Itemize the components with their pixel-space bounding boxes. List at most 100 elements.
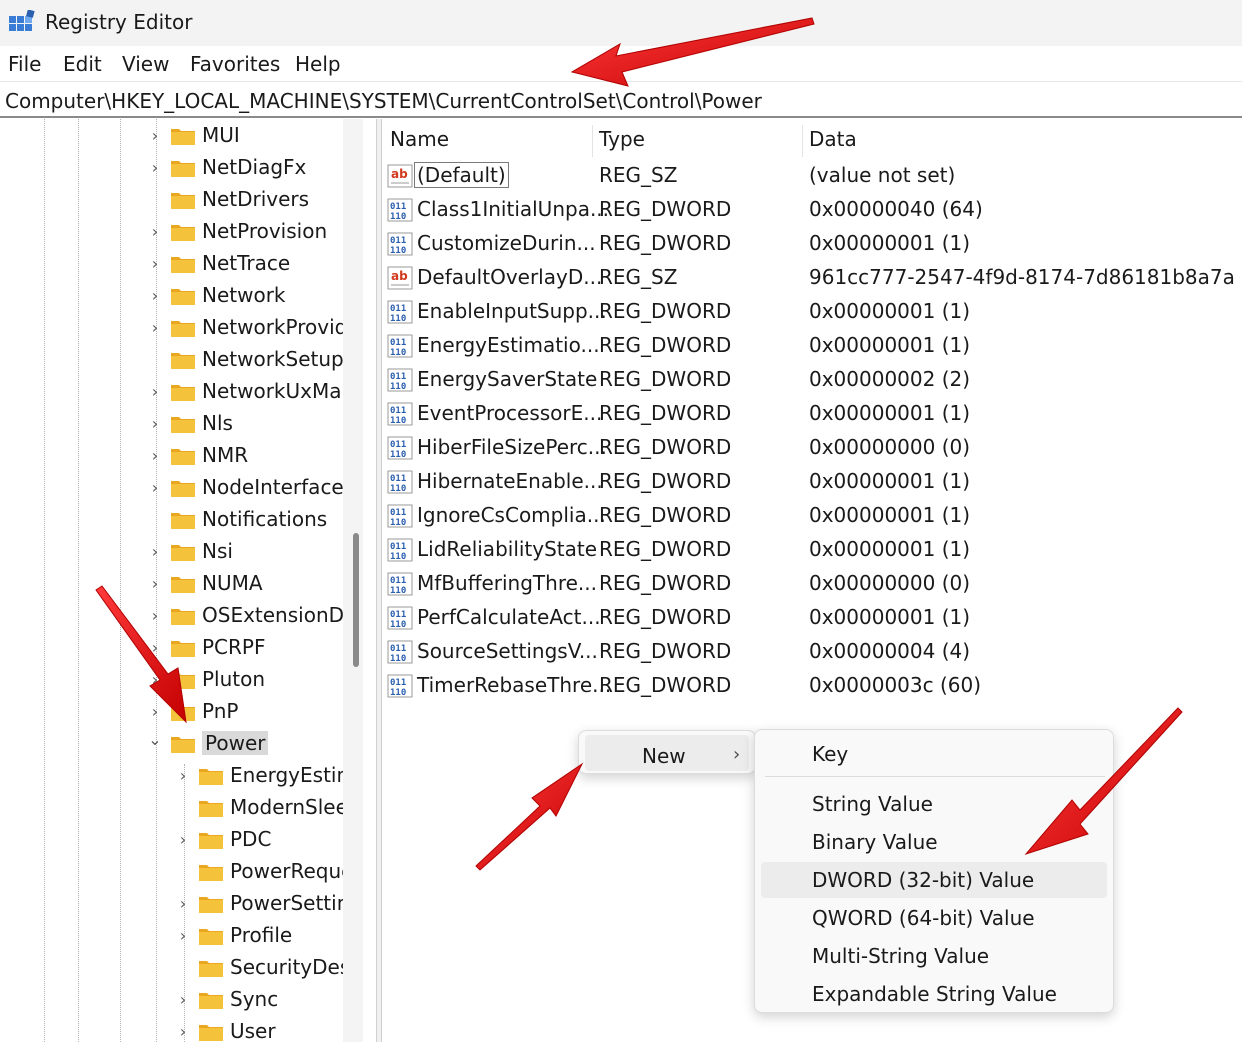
tree-item-networksetup2[interactable]: NetworkSetup2: [0, 345, 343, 375]
binary-value-icon: 011110: [387, 368, 413, 392]
menu-item-string-value[interactable]: String Value: [761, 786, 1107, 822]
value-row[interactable]: 011 110 HiberFileSizePerc... REG_DWORD 0x000…: [383, 431, 1242, 465]
tree-item-notifications[interactable]: Notifications: [0, 505, 343, 535]
chevron-right-icon[interactable]: ›: [148, 640, 162, 656]
tree-item-energyestim[interactable]: › EnergyEstim: [0, 761, 343, 791]
tree-item-nls[interactable]: › Nls: [0, 409, 343, 439]
chevron-right-icon[interactable]: ›: [148, 320, 162, 336]
tree-item-nsi[interactable]: › Nsi: [0, 537, 343, 567]
value-row[interactable]: ab (Default) REG_SZ (value not set): [383, 159, 1242, 193]
value-row[interactable]: 011 110 IgnoreCsComplia... REG_DWORD 0x00000…: [383, 499, 1242, 533]
value-row[interactable]: 011 110 TimerRebaseThre... REG_DWORD 0x00000…: [383, 669, 1242, 703]
chevron-right-icon[interactable]: ›: [148, 256, 162, 272]
column-separator[interactable]: [802, 125, 803, 157]
chevron-right-icon[interactable]: ›: [176, 992, 190, 1008]
tree-item-powerreque[interactable]: PowerReque: [0, 857, 343, 887]
tree-item-user[interactable]: › User: [0, 1017, 343, 1042]
menu-help[interactable]: Help: [295, 52, 341, 76]
menu-view[interactable]: View: [122, 52, 169, 76]
tree-item-label: Nsi: [202, 539, 233, 563]
tree-item-networkprovide[interactable]: › NetworkProvide: [0, 313, 343, 343]
chevron-right-icon[interactable]: ›: [148, 704, 162, 720]
tree-item-profile[interactable]: › Profile: [0, 921, 343, 951]
tree-item-network[interactable]: › Network: [0, 281, 343, 311]
tree-item-mui[interactable]: › MUI: [0, 121, 343, 151]
value-row[interactable]: 011 110 CustomizeDurin... REG_DWORD 0x000000…: [383, 227, 1242, 261]
tree-item-networkuxmar[interactable]: › NetworkUxMar: [0, 377, 343, 407]
menu-item-key[interactable]: Key: [761, 736, 1107, 772]
column-header-name[interactable]: Name: [390, 127, 449, 151]
chevron-right-icon[interactable]: ›: [148, 288, 162, 304]
value-row[interactable]: 011 110 EventProcessorE... REG_DWORD 0x00000…: [383, 397, 1242, 431]
menu-file[interactable]: File: [8, 52, 41, 76]
chevron-right-icon[interactable]: ›: [148, 544, 162, 560]
chevron-right-icon[interactable]: ›: [176, 832, 190, 848]
tree-item-powersetting[interactable]: › PowerSetting: [0, 889, 343, 919]
chevron-right-icon[interactable]: ›: [176, 928, 190, 944]
address-bar[interactable]: Computer\HKEY_LOCAL_MACHINE\SYSTEM\Curre…: [0, 84, 1242, 118]
chevron-right-icon[interactable]: ›: [148, 224, 162, 240]
chevron-right-icon[interactable]: ›: [176, 896, 190, 912]
tree-item-netdrivers[interactable]: NetDrivers: [0, 185, 343, 215]
chevron-right-icon[interactable]: ›: [148, 576, 162, 592]
chevron-right-icon[interactable]: ›: [176, 1024, 190, 1040]
value-row[interactable]: ab DefaultOverlayD... REG_SZ 961cc777-2547-…: [383, 261, 1242, 295]
tree-item-nodeinterfaces[interactable]: › NodeInterfaces: [0, 473, 343, 503]
value-row[interactable]: 011 110 EnableInputSupp... REG_DWORD 0x00000…: [383, 295, 1242, 329]
tree-item-nettrace[interactable]: › NetTrace: [0, 249, 343, 279]
tree-item-label: Profile: [230, 923, 293, 947]
tree-item-pnp[interactable]: › PnP: [0, 697, 343, 727]
address-path[interactable]: Computer\HKEY_LOCAL_MACHINE\SYSTEM\Curre…: [5, 89, 762, 113]
tree-item-netdiagfx[interactable]: › NetDiagFx: [0, 153, 343, 183]
menu-item-new[interactable]: New ›: [585, 735, 749, 771]
chevron-right-icon[interactable]: ›: [176, 768, 190, 784]
tree-item-numa[interactable]: › NUMA: [0, 569, 343, 599]
chevron-right-icon[interactable]: ›: [148, 384, 162, 400]
chevron-right-icon[interactable]: ›: [148, 128, 162, 144]
column-separator[interactable]: [592, 125, 593, 157]
value-row[interactable]: 011 110 HibernateEnable... REG_DWORD 0x00000…: [383, 465, 1242, 499]
menu-item-binary-value[interactable]: Binary Value: [761, 824, 1107, 860]
menu-item-qword-64-bit-value[interactable]: QWORD (64-bit) Value: [761, 900, 1107, 936]
column-header-data[interactable]: Data: [809, 127, 857, 151]
folder-icon: [171, 353, 195, 369]
key-tree-pane[interactable]: › MUI › NetDiagFx NetDrivers › NetProvision › Ne…: [0, 119, 376, 1042]
tree-item-osextensionda[interactable]: › OSExtensionDa: [0, 601, 343, 631]
tree-item-pluton[interactable]: › Pluton: [0, 665, 343, 695]
chevron-right-icon[interactable]: ›: [148, 480, 162, 496]
tree-item-sync[interactable]: › Sync: [0, 985, 343, 1015]
chevron-right-icon[interactable]: ›: [148, 160, 162, 176]
value-row[interactable]: 011 110 EnergySaverState REG_DWORD 0x0000000…: [383, 363, 1242, 397]
tree-scrollbar-thumb[interactable]: [353, 533, 359, 667]
menu-item-dword-32-bit-value[interactable]: DWORD (32-bit) Value: [761, 862, 1107, 898]
pane-splitter[interactable]: [376, 119, 382, 1042]
chevron-right-icon[interactable]: ›: [148, 672, 162, 688]
menu-favorites[interactable]: Favorites: [190, 52, 280, 76]
value-row[interactable]: 011 110 EnergyEstimatio... REG_DWORD 0x00000…: [383, 329, 1242, 363]
tree-item-securitydesc[interactable]: SecurityDesc: [0, 953, 343, 983]
title-bar: Registry Editor: [0, 0, 1242, 46]
menu-item-expandable-string-value[interactable]: Expandable String Value: [761, 976, 1107, 1012]
tree-item-netprovision[interactable]: › NetProvision: [0, 217, 343, 247]
folder-icon: [171, 385, 195, 401]
tree-item-nmr[interactable]: › NMR: [0, 441, 343, 471]
value-row[interactable]: 011 110 LidReliabilityState REG_DWORD 0x0000…: [383, 533, 1242, 567]
chevron-right-icon[interactable]: ›: [148, 416, 162, 432]
binary-value-icon: 011110: [387, 674, 413, 698]
tree-item-power[interactable]: ⌄ Power: [0, 729, 343, 759]
tree-item-pdc[interactable]: › PDC: [0, 825, 343, 855]
value-data: 0x00000001 (1): [809, 231, 971, 255]
chevron-right-icon[interactable]: ›: [148, 448, 162, 464]
chevron-down-icon[interactable]: ⌄: [148, 732, 162, 748]
value-row[interactable]: 011 110 MfBufferingThre... REG_DWORD 0x00000…: [383, 567, 1242, 601]
value-row[interactable]: 011 110 Class1InitialUnpa... REG_DWORD 0x000…: [383, 193, 1242, 227]
tree-item-modernslee[interactable]: ModernSlee: [0, 793, 343, 823]
tree-item-pcrpf[interactable]: › PCRPF: [0, 633, 343, 663]
menu-item-multi-string-value[interactable]: Multi-String Value: [761, 938, 1107, 974]
chevron-right-icon[interactable]: ›: [148, 608, 162, 624]
column-header-type[interactable]: Type: [599, 127, 645, 151]
menu-bar: File Edit View Favorites Help: [0, 46, 1242, 82]
value-row[interactable]: 011 110 SourceSettingsV... REG_DWORD 0x00000…: [383, 635, 1242, 669]
menu-edit[interactable]: Edit: [63, 52, 102, 76]
value-row[interactable]: 011 110 PerfCalculateAct... REG_DWORD 0x0000…: [383, 601, 1242, 635]
